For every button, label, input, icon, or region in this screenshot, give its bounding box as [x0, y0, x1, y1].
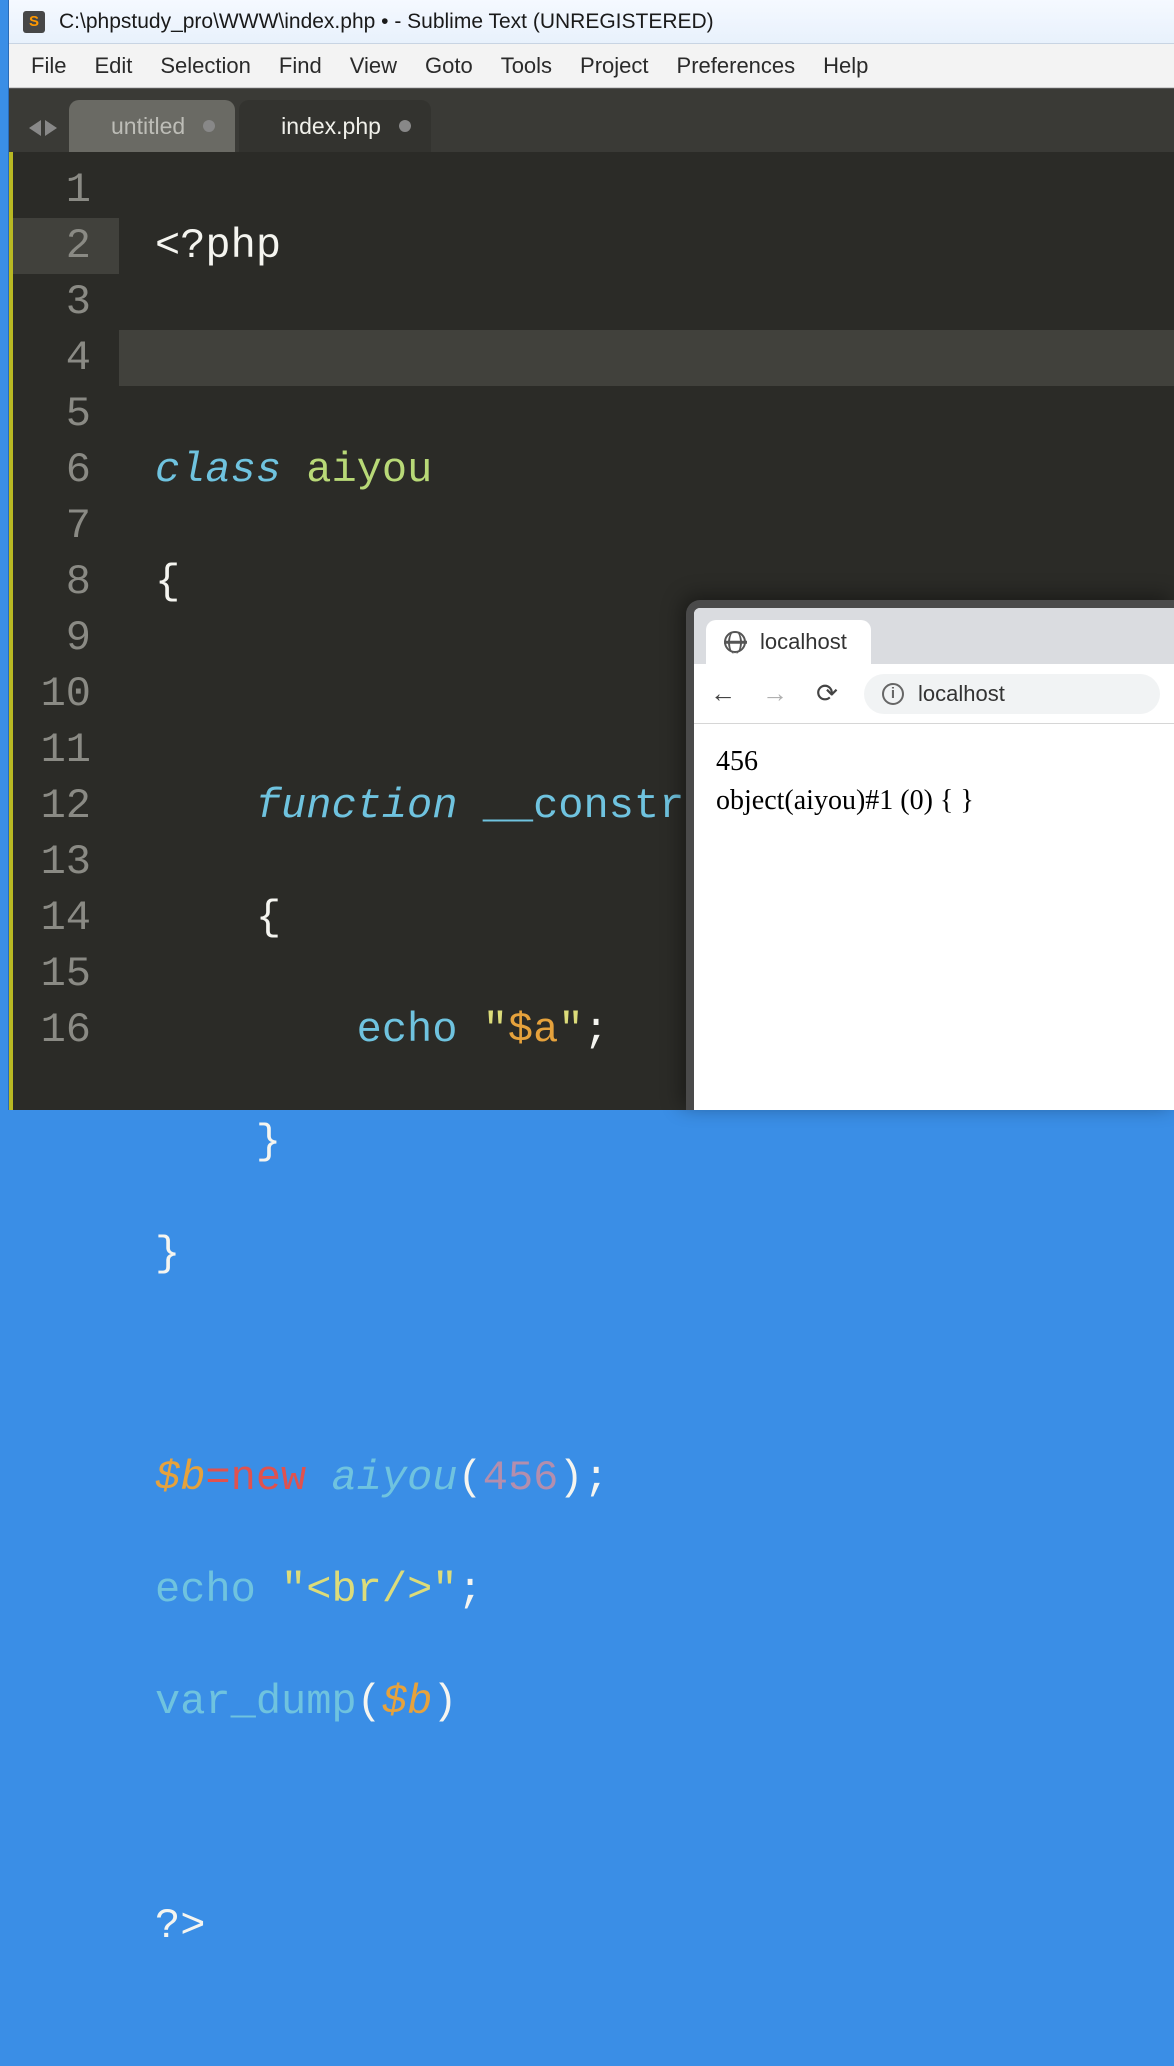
- browser-window: localhost ← → ⟳ i localhost 456 object(a…: [686, 600, 1174, 1110]
- forward-button[interactable]: →: [760, 679, 790, 709]
- line-number[interactable]: 8: [13, 554, 119, 610]
- line-number[interactable]: 4: [13, 330, 119, 386]
- tab-label: untitled: [111, 113, 185, 140]
- tabbar: untitled index.php: [9, 88, 1174, 152]
- info-icon[interactable]: i: [882, 683, 904, 705]
- tab-untitled[interactable]: untitled: [69, 100, 235, 152]
- browser-toolbar: ← → ⟳ i localhost: [694, 664, 1174, 724]
- browser-tab[interactable]: localhost: [706, 620, 871, 664]
- globe-icon: [724, 631, 746, 653]
- tab-nav-back-icon[interactable]: [29, 120, 41, 136]
- line-number[interactable]: 7: [13, 498, 119, 554]
- line-number[interactable]: 12: [13, 778, 119, 834]
- line-number[interactable]: 3: [13, 274, 119, 330]
- address-text: localhost: [918, 681, 1005, 707]
- app-icon: S: [23, 11, 45, 33]
- line-number[interactable]: 14: [13, 890, 119, 946]
- tab-dirty-icon[interactable]: [399, 120, 411, 132]
- menu-selection[interactable]: Selection: [160, 53, 251, 79]
- tab-nav-forward-icon[interactable]: [45, 120, 57, 136]
- tab-index-php[interactable]: index.php: [239, 100, 431, 152]
- tab-dirty-icon[interactable]: [203, 120, 215, 132]
- menu-help[interactable]: Help: [823, 53, 868, 79]
- output-line: 456: [716, 742, 1152, 781]
- titlebar[interactable]: S C:\phpstudy_pro\WWW\index.php • - Subl…: [9, 0, 1174, 44]
- menu-tools[interactable]: Tools: [501, 53, 552, 79]
- browser-tabrow: localhost: [694, 608, 1174, 664]
- line-number[interactable]: 10: [13, 666, 119, 722]
- menu-file[interactable]: File: [31, 53, 66, 79]
- line-number[interactable]: 6: [13, 442, 119, 498]
- line-number[interactable]: 11: [13, 722, 119, 778]
- gutter: 1 2 3 4 5 6 7 8 9 10 11 12 13 14 15 16: [9, 152, 119, 1110]
- menubar: File Edit Selection Find View Goto Tools…: [9, 44, 1174, 88]
- reload-button[interactable]: ⟳: [812, 679, 842, 709]
- line-number[interactable]: 16: [13, 1002, 119, 1058]
- tab-nav: [17, 120, 69, 152]
- line-number[interactable]: 2: [13, 218, 119, 274]
- address-bar[interactable]: i localhost: [864, 674, 1160, 714]
- menu-goto[interactable]: Goto: [425, 53, 473, 79]
- browser-tab-title: localhost: [760, 629, 847, 655]
- menu-find[interactable]: Find: [279, 53, 322, 79]
- menu-preferences[interactable]: Preferences: [677, 53, 796, 79]
- line-number[interactable]: 15: [13, 946, 119, 1002]
- line-number[interactable]: 13: [13, 834, 119, 890]
- line-number[interactable]: 1: [13, 162, 119, 218]
- window-title: C:\phpstudy_pro\WWW\index.php • - Sublim…: [59, 10, 714, 34]
- tab-label: index.php: [281, 113, 381, 140]
- menu-edit[interactable]: Edit: [94, 53, 132, 79]
- line-number[interactable]: 5: [13, 386, 119, 442]
- output-line: object(aiyou)#1 (0) { }: [716, 781, 1152, 820]
- menu-project[interactable]: Project: [580, 53, 648, 79]
- browser-content: 456 object(aiyou)#1 (0) { }: [694, 724, 1174, 838]
- line-number[interactable]: 9: [13, 610, 119, 666]
- back-button[interactable]: ←: [708, 679, 738, 709]
- menu-view[interactable]: View: [350, 53, 397, 79]
